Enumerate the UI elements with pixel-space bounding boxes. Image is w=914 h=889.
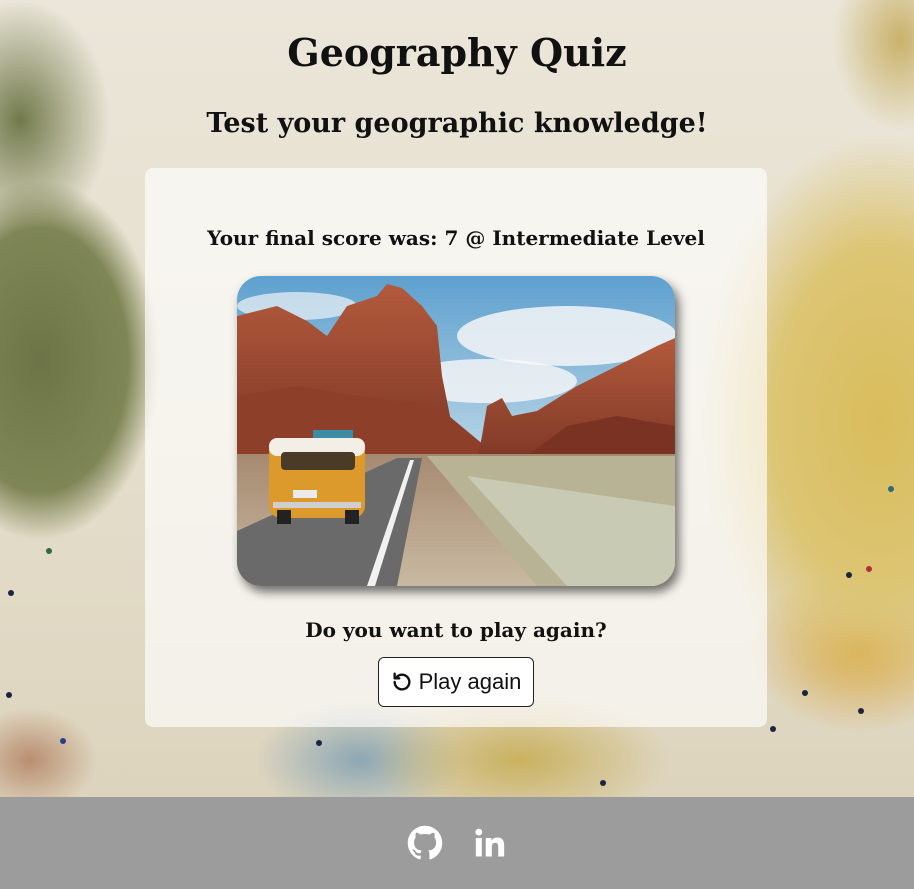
map-pin [60,738,66,744]
map-pin [316,740,322,746]
map-pin [600,780,606,786]
linkedin-icon[interactable] [473,826,507,860]
page-title: Geography Quiz [287,30,627,75]
result-card: Your final score was: 7 @ Intermediate L… [145,168,767,727]
play-again-label: Play again [418,669,522,694]
site-footer [0,797,914,889]
map-pin [802,690,808,696]
github-icon[interactable] [407,825,443,861]
map-pin [8,590,14,596]
map-pin [6,692,12,698]
map-pin [858,708,864,714]
map-pin [888,486,894,492]
play-again-button[interactable]: Play again [378,657,534,707]
map-pin [846,572,852,578]
map-pin [770,726,776,732]
van-on-desert-road-photo [237,276,675,586]
rotate-left-icon [391,671,413,693]
page-subtitle: Test your geographic knowledge! [206,108,708,139]
play-again-question: Do you want to play again? [305,618,607,642]
map-pin [46,548,52,554]
final-score-text: Your final score was: 7 @ Intermediate L… [207,226,705,250]
map-pin [866,566,872,572]
